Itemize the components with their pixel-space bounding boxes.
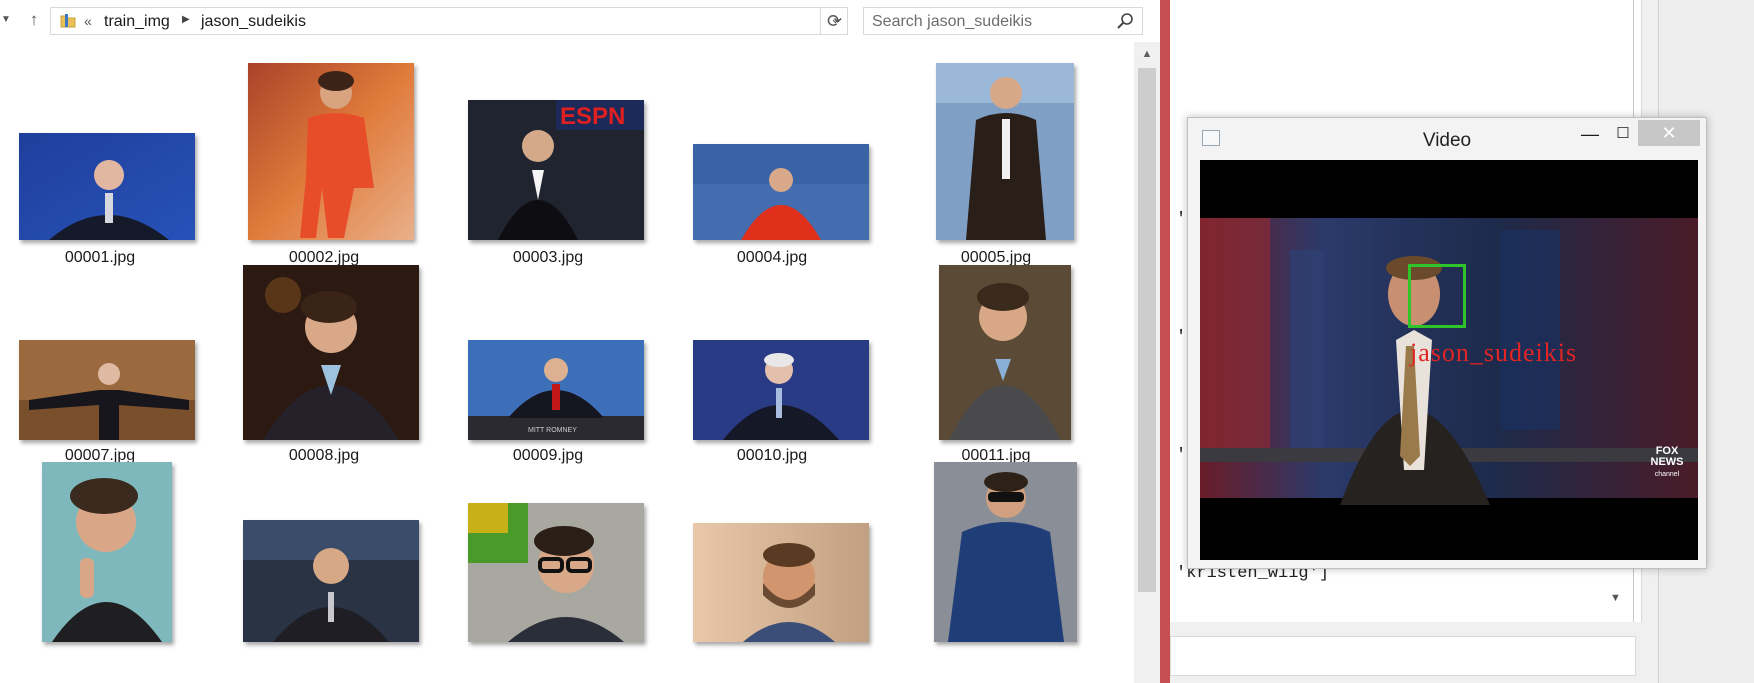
file-item[interactable]: MITT ROMNEY 00009.jpg	[448, 262, 648, 464]
file-item[interactable]	[0, 462, 200, 683]
thumbnail-image	[248, 63, 414, 240]
file-thumbnail[interactable]: ESPN	[468, 100, 644, 240]
file-item[interactable]: 00002.jpg	[224, 42, 424, 266]
breadcrumb-overflow-icon[interactable]: «	[84, 13, 92, 29]
file-thumbnail[interactable]	[19, 133, 195, 240]
thumbnail-image	[693, 144, 869, 240]
file-item[interactable]: 00001.jpg	[0, 42, 200, 266]
file-item[interactable]: 00011.jpg	[896, 262, 1096, 464]
thumbnail-image	[693, 340, 869, 440]
svg-text:MITT ROMNEY: MITT ROMNEY	[528, 427, 577, 434]
file-thumbnail[interactable]	[693, 144, 869, 240]
thumbnail-image	[243, 520, 419, 642]
breadcrumb-parent[interactable]: train_img	[104, 13, 170, 31]
scrollbar-thumb[interactable]	[1138, 68, 1156, 592]
file-item[interactable]	[896, 462, 1096, 683]
thumbnail-image: MITT ROMNEY	[468, 340, 644, 440]
svg-text:ESPN: ESPN	[560, 103, 625, 130]
maximize-icon[interactable]: ☐	[1609, 124, 1637, 148]
scroll-down-arrow-icon[interactable]: ▼	[1610, 592, 1621, 604]
file-thumbnail[interactable]	[939, 265, 1071, 440]
file-thumbnail[interactable]	[934, 462, 1077, 642]
channel-logo-text: FOX NEWS	[1650, 445, 1684, 468]
file-thumbnail[interactable]	[693, 340, 869, 440]
file-thumbnail[interactable]	[936, 63, 1074, 240]
file-item[interactable]: ESPN 00003.jpg	[448, 42, 648, 266]
up-arrow-icon[interactable]: ↑	[22, 8, 46, 32]
video-titlebar[interactable]: Video — ☐ ✕	[1188, 118, 1706, 160]
recent-locations-chevron-icon[interactable]: ▼	[0, 8, 12, 32]
scroll-up-arrow-icon[interactable]: ▲	[1134, 44, 1160, 64]
channel-logo-subtext: channel	[1654, 471, 1680, 478]
close-icon[interactable]: ✕	[1638, 120, 1700, 146]
search-input[interactable]	[872, 12, 1102, 32]
file-item[interactable]: 00008.jpg	[224, 262, 424, 464]
video-frame: jason_sudeikis FOX NEWS channel	[1200, 160, 1698, 560]
file-item[interactable]: 00007.jpg	[0, 262, 200, 464]
face-recognition-label: jason_sudeikis	[1410, 338, 1578, 367]
thumbnail-image	[939, 265, 1071, 440]
vertical-scrollbar[interactable]: ▲	[1134, 42, 1160, 683]
folder-icon	[60, 14, 76, 28]
address-bar[interactable]: « train_img ▶ jason_sudeikis ⌄	[50, 7, 848, 35]
thumbnail-image	[19, 340, 195, 440]
thumbnail-image	[42, 462, 172, 642]
file-thumbnail[interactable]	[42, 462, 172, 642]
editor-input-field[interactable]	[1170, 636, 1636, 676]
file-explorer-window: ▼ ↑ « train_img ▶ jason_sudeikis ⌄ ⟳ Sea…	[0, 0, 1160, 683]
file-item[interactable]	[672, 462, 872, 683]
file-thumbnail[interactable]	[243, 265, 419, 440]
window-edge-divider	[1160, 0, 1170, 683]
file-thumbnail[interactable]	[243, 520, 419, 642]
thumbnail-image	[19, 133, 195, 240]
file-item[interactable]: 00004.jpg	[672, 42, 872, 266]
file-thumbnail[interactable]	[19, 340, 195, 440]
file-item[interactable]: 00010.jpg	[672, 262, 872, 464]
file-item[interactable]	[448, 462, 648, 683]
minimize-icon[interactable]: —	[1576, 124, 1604, 148]
file-thumbnail[interactable]: MITT ROMNEY	[468, 340, 644, 440]
thumbnail-image	[936, 63, 1074, 240]
refresh-icon[interactable]: ⟳	[820, 7, 848, 35]
thumbnail-image	[468, 503, 644, 642]
file-grid: 00001.jpg 00002.jpg ESPN 00003.jpg 00004…	[0, 42, 1134, 683]
file-thumbnail[interactable]	[248, 63, 414, 240]
search-icon[interactable]	[1116, 12, 1134, 30]
thumbnail-image	[243, 265, 419, 440]
face-detection-box	[1408, 264, 1466, 328]
navigation-bar: ▼ ↑ « train_img ▶ jason_sudeikis ⌄ ⟳	[0, 0, 1160, 42]
breadcrumb-current[interactable]: jason_sudeikis	[201, 13, 306, 31]
file-item[interactable]	[224, 462, 424, 683]
thumbnail-image: ESPN	[468, 100, 644, 240]
thumbnail-image	[934, 462, 1077, 642]
file-thumbnail[interactable]	[468, 503, 644, 642]
thumbnail-image	[693, 523, 869, 642]
search-box[interactable]	[863, 7, 1143, 35]
file-thumbnail[interactable]	[693, 523, 869, 642]
file-item[interactable]: 00005.jpg	[896, 42, 1096, 266]
breadcrumb-separator-icon[interactable]: ▶	[182, 14, 190, 25]
channel-logo: FOX NEWS channel	[1646, 446, 1688, 486]
video-window[interactable]: Video — ☐ ✕ jason_sudeikis FOX NEWS chan…	[1187, 117, 1707, 569]
